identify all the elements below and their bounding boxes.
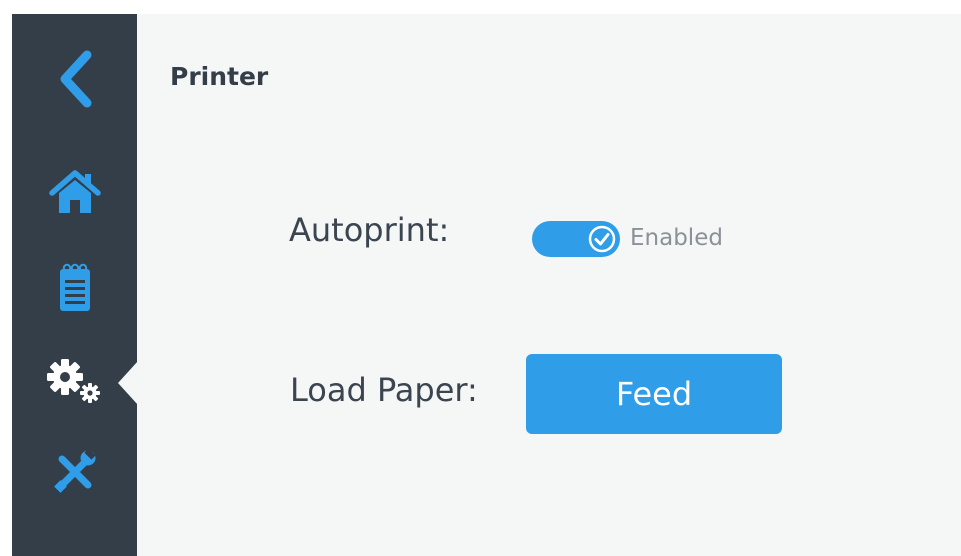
notepad-icon xyxy=(59,263,90,311)
home-icon xyxy=(48,170,101,213)
app-window: Printer Autoprint: Enabled Load Paper: F… xyxy=(12,14,961,556)
chevron-left-icon xyxy=(60,50,91,108)
main-content: Printer Autoprint: Enabled Load Paper: F… xyxy=(137,14,961,556)
page-title: Printer xyxy=(170,62,269,91)
sidebar-item-back[interactable] xyxy=(12,39,137,119)
load-paper-label: Load Paper: xyxy=(290,371,478,409)
autoprint-toggle[interactable] xyxy=(532,221,620,257)
sidebar-item-home[interactable] xyxy=(12,152,137,232)
tools-icon xyxy=(53,450,96,493)
sidebar-item-notes[interactable] xyxy=(12,247,137,327)
check-circle-icon xyxy=(588,225,616,253)
autoprint-status: Enabled xyxy=(630,225,723,251)
feed-button[interactable]: Feed xyxy=(526,354,782,434)
active-item-indicator xyxy=(118,361,138,405)
sidebar xyxy=(12,14,138,556)
toggle-knob xyxy=(587,224,617,254)
gears-icon xyxy=(46,359,100,403)
autoprint-label: Autoprint: xyxy=(289,211,450,249)
sidebar-item-tools[interactable] xyxy=(12,432,137,512)
